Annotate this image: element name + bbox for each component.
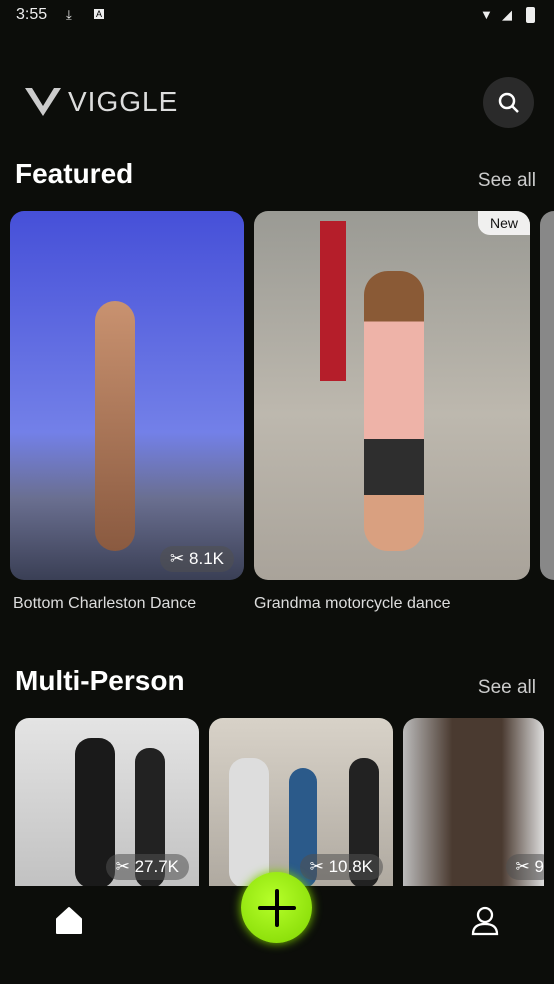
app-logo: VIGGLE — [24, 86, 178, 118]
nav-home[interactable] — [55, 906, 83, 939]
logo-text: VIGGLE — [68, 86, 179, 117]
multi-person-carousel[interactable]: ✂ 27.7K ✂ 10.8K ✂ 9 — [0, 718, 554, 886]
use-count: ✂ 10.8K — [299, 854, 383, 880]
card-caption: Grandma motorcycle dance — [254, 595, 451, 612]
scissors-icon: ✂ — [170, 549, 185, 568]
card-caption: Bottom Charleston Dance — [13, 595, 197, 612]
person-figure — [229, 758, 269, 886]
featured-card[interactable]: New — [254, 211, 530, 580]
new-badge: New — [477, 211, 530, 235]
battery-icon — [526, 7, 535, 23]
featured-title: Featured — [15, 158, 134, 189]
status-time: 3:55 — [16, 6, 48, 23]
scissors-icon: ✂ — [515, 857, 530, 876]
multi-card[interactable]: ✂ 10.8K — [209, 718, 393, 886]
scissors-icon: ✂ — [309, 857, 324, 876]
home-icon — [56, 907, 82, 934]
keyboard-icon: A — [94, 9, 105, 19]
profile-icon — [471, 906, 499, 936]
use-count: ✂ 9 — [505, 854, 544, 880]
viggle-logo-icon — [25, 88, 61, 116]
multi-person-title: Multi-Person — [15, 665, 185, 696]
featured-card[interactable]: ✂ 8.1K — [10, 211, 244, 580]
featured-card[interactable] — [540, 211, 554, 580]
red-banner — [320, 221, 346, 381]
character-figure — [364, 271, 424, 551]
scissors-icon: ✂ — [115, 857, 130, 876]
status-bar: 3:55 ⤓ A ▼ ◢ — [0, 0, 554, 30]
multi-card[interactable]: ✂ 27.7K — [15, 718, 199, 886]
multi-person-see-all[interactable]: See all — [478, 677, 536, 699]
wifi-icon: ▼ — [480, 7, 493, 22]
featured-carousel[interactable]: ✂ 8.1K Bottom Charleston Dance New Grand… — [0, 211, 554, 621]
featured-see-all[interactable]: See all — [478, 170, 536, 192]
multi-card[interactable]: ✂ 9 — [403, 718, 544, 886]
use-count: ✂ 27.7K — [105, 854, 189, 880]
use-count: ✂ 8.1K — [160, 546, 234, 572]
signal-icon: ◢ — [502, 7, 512, 22]
search-icon — [498, 92, 519, 113]
dancer-figure — [95, 301, 135, 551]
create-button[interactable] — [241, 872, 312, 943]
search-button[interactable] — [483, 77, 534, 128]
plus-icon — [257, 888, 296, 927]
download-icon: ⤓ — [66, 7, 72, 22]
nav-profile[interactable] — [471, 906, 499, 941]
